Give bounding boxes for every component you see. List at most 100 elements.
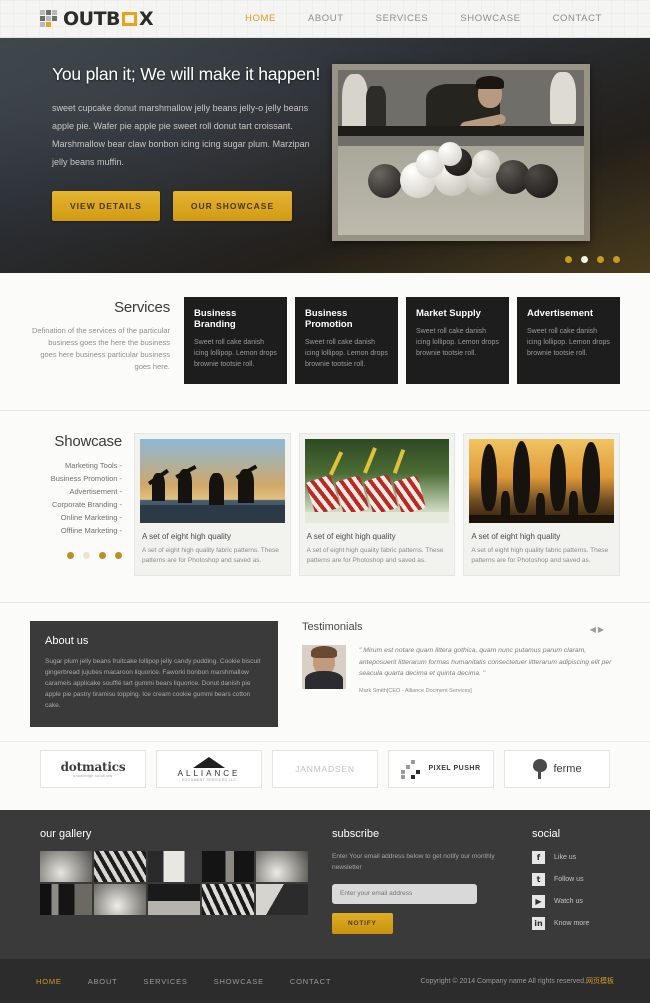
- showcase-dots[interactable]: [30, 552, 122, 559]
- notify-button[interactable]: NOTIFY: [332, 912, 393, 934]
- about-us-text: Sugar plum jelly beans fruitcake lollipo…: [45, 658, 261, 709]
- hero-dot-2[interactable]: [581, 256, 588, 263]
- footer-nav-item-services[interactable]: SERVICES: [144, 977, 188, 986]
- footer-nav-item-home[interactable]: HOME: [36, 977, 62, 986]
- social-link-twitter[interactable]: t Follow us: [532, 873, 589, 886]
- site-header: OUTB X HOME ABOUT SERVICES SHOWCASE CONT…: [0, 0, 650, 38]
- nav-item-home[interactable]: HOME: [229, 13, 292, 24]
- gallery-thumb[interactable]: [148, 851, 200, 882]
- service-card[interactable]: Advertisement Sweet roll cake danish ici…: [517, 297, 620, 384]
- social-link-linkedin[interactable]: in Know more: [532, 917, 589, 930]
- client-logo-alliance[interactable]: ALLIANCE DOCUMENT SERVICES LLC: [156, 750, 262, 788]
- hero-photo: [332, 64, 590, 241]
- footer-nav-item-showcase[interactable]: SHOWCASE: [214, 977, 264, 986]
- footer-gallery: our gallery: [40, 828, 310, 939]
- gallery-thumb[interactable]: [94, 851, 146, 882]
- showcase-link[interactable]: Online Marketing -: [30, 511, 122, 524]
- showcase-title: Showcase: [54, 433, 122, 450]
- hero-title: You plan it; We will make it happen!: [52, 64, 321, 84]
- service-card[interactable]: Business Promotion Sweet roll cake danis…: [295, 297, 398, 384]
- email-input[interactable]: [332, 883, 477, 904]
- showcase-dot-4[interactable]: [115, 552, 122, 559]
- service-card-title: Business Branding: [194, 308, 237, 330]
- social-label: Know more: [554, 920, 590, 927]
- gallery-thumb[interactable]: [202, 884, 254, 915]
- showcase-card[interactable]: A set of eight high quality A set of eig…: [298, 433, 456, 576]
- showcase-link[interactable]: Advertisement -: [30, 485, 122, 498]
- footer-nav-item-contact[interactable]: CONTACT: [290, 977, 331, 986]
- service-card-text: Sweet roll cake danish icing lollipop. L…: [305, 339, 388, 368]
- service-card-title: Advertisement: [527, 308, 593, 319]
- service-card[interactable]: Market Supply Sweet roll cake danish ici…: [406, 297, 509, 384]
- showcase-thumb-beach-jumpers: [140, 439, 285, 523]
- logo[interactable]: OUTB X: [40, 8, 154, 30]
- gallery-thumb[interactable]: [40, 884, 92, 915]
- our-showcase-button[interactable]: OUR SHOWCASE: [172, 191, 293, 221]
- gallery-thumb[interactable]: [202, 851, 254, 882]
- showcase-link[interactable]: Offline Marketing -: [30, 524, 122, 537]
- showcase-link[interactable]: Corporate Branding -: [30, 498, 122, 511]
- nav-item-about[interactable]: ABOUT: [292, 13, 360, 24]
- service-card[interactable]: Business Branding Sweet roll cake danish…: [184, 297, 287, 384]
- client-name: dotmatics: [60, 760, 126, 774]
- gallery-thumb[interactable]: [148, 884, 200, 915]
- client-name: ALLIANCE: [177, 768, 241, 778]
- client-name: JANMADSEN: [295, 764, 355, 774]
- view-details-button[interactable]: VIEW DETAILS: [52, 191, 160, 221]
- showcase-link[interactable]: Marketing Tools -: [30, 459, 122, 472]
- showcase-dot-2[interactable]: [83, 552, 90, 559]
- client-logo-dotmatics[interactable]: dotmatics knowledge solutions: [40, 750, 146, 788]
- gallery-thumb[interactable]: [94, 884, 146, 915]
- hero-dot-3[interactable]: [597, 256, 604, 263]
- showcase-thumb-drummers: [304, 439, 450, 523]
- twitter-icon: t: [532, 873, 545, 886]
- copyright-cn: 网页模板: [586, 978, 614, 985]
- testimonial-content: " Mirum est notare quam littera gothica,…: [359, 645, 620, 694]
- showcase-card-title: A set of eight high quality: [142, 532, 231, 541]
- client-name: PIXEL PUSHR: [428, 765, 481, 772]
- avatar: [302, 645, 346, 689]
- social-label: Like us: [554, 854, 577, 861]
- testimonial-arrows[interactable]: ◀▶: [590, 625, 606, 634]
- client-logo-janmadsen[interactable]: JANMADSEN: [272, 750, 378, 788]
- services-title: Services: [114, 299, 170, 316]
- facebook-icon: f: [532, 851, 545, 864]
- subscribe-text: Enter Your email address below to get no…: [332, 853, 495, 871]
- arrow-left-icon[interactable]: ◀: [590, 625, 598, 634]
- subscribe-title: subscribe: [332, 828, 380, 840]
- gallery-thumb[interactable]: [256, 884, 308, 915]
- client-logo-ferme[interactable]: ferme: [504, 750, 610, 788]
- testimonial-quote: " Mirum est notare quam littera gothica,…: [359, 647, 612, 677]
- gallery-thumb[interactable]: [40, 851, 92, 882]
- showcase-card[interactable]: A set of eight high quality A set of eig…: [134, 433, 291, 576]
- social-link-facebook[interactable]: f Like us: [532, 851, 589, 864]
- testimonial-author: Mark Smith[CEO - Alliance Docment Servic…: [359, 687, 620, 694]
- social-label: Follow us: [554, 876, 584, 883]
- showcase-link[interactable]: Business Promotion -: [30, 472, 122, 485]
- nav-item-showcase[interactable]: SHOWCASE: [444, 13, 536, 24]
- showcase-dot-3[interactable]: [99, 552, 106, 559]
- service-card-title: Business Promotion: [305, 308, 353, 330]
- hero-description: sweet cupcake donut marshmallow jelly be…: [52, 103, 310, 167]
- showcase-dot-1[interactable]: [67, 552, 74, 559]
- footer-nav-item-about[interactable]: ABOUT: [88, 977, 118, 986]
- nav-item-contact[interactable]: CONTACT: [537, 13, 618, 24]
- bottom-bar: HOME ABOUT SERVICES SHOWCASE CONTACT Cop…: [0, 959, 650, 1003]
- service-card-title: Market Supply: [416, 308, 481, 319]
- about-us-title: About us: [45, 635, 89, 647]
- about-us-box: About us Sugar plum jelly beans fruitcak…: [30, 621, 278, 727]
- hero-dot-1[interactable]: [565, 256, 572, 263]
- showcase-card[interactable]: A set of eight high quality A set of eig…: [463, 433, 621, 576]
- arrow-right-icon[interactable]: ▶: [598, 625, 606, 634]
- logo-text: OUTB X: [63, 8, 154, 30]
- hero-slider-dots[interactable]: [565, 256, 620, 263]
- client-logo-pixelpushr[interactable]: PIXEL PUSHR: [388, 750, 494, 788]
- gallery-thumb[interactable]: [256, 851, 308, 882]
- showcase-thumb-surfboards: [469, 439, 615, 523]
- footer-subscribe: subscribe Enter Your email address below…: [332, 828, 502, 939]
- hero-dot-4[interactable]: [613, 256, 620, 263]
- nav-item-services[interactable]: SERVICES: [360, 13, 445, 24]
- service-card-text: Sweet roll cake danish icing lollipop. L…: [194, 339, 277, 368]
- social-link-youtube[interactable]: ▶ Watch us: [532, 895, 589, 908]
- showcase-card-text: A set of eight high quality fabric patte…: [142, 547, 279, 564]
